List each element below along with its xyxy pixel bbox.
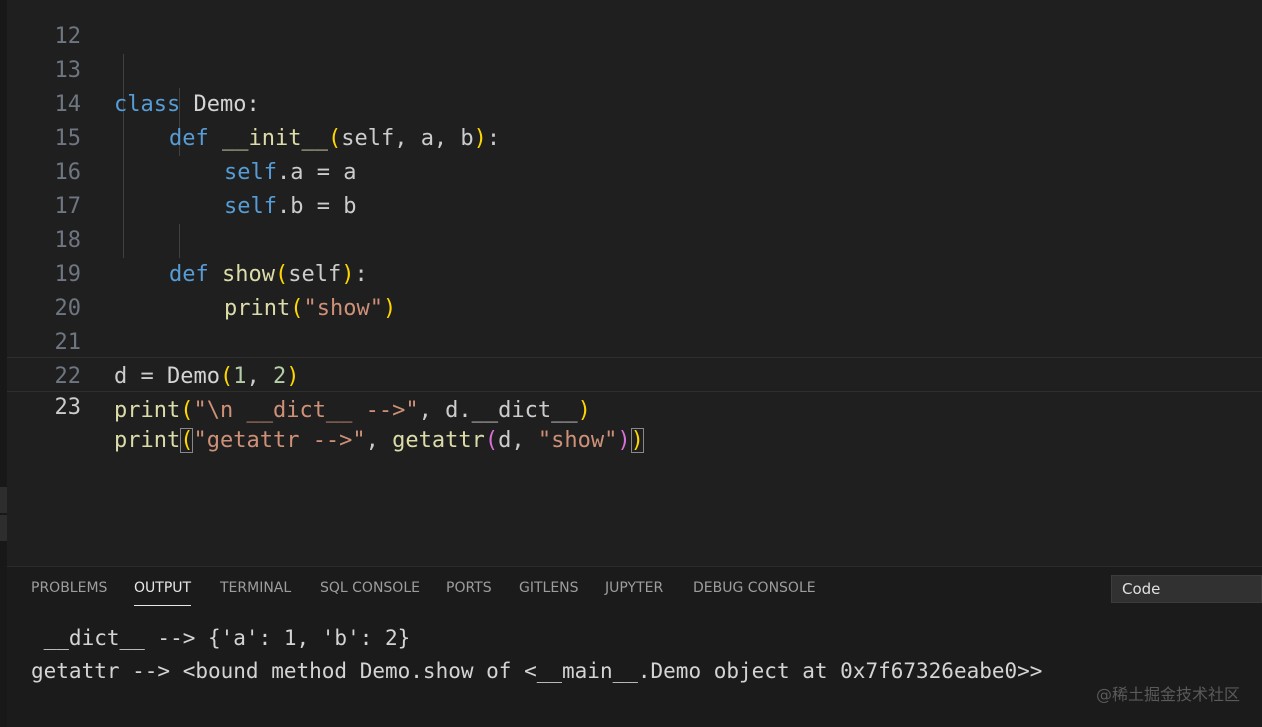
code-line[interactable]: 17: [7, 156, 1262, 219]
code-line[interactable]: 14 def __init__(self, a, b):: [7, 54, 1262, 151]
output-line: getattr --> <bound method Demo.show of <…: [31, 659, 1043, 683]
code-line[interactable]: 18 def show(self):: [7, 190, 1262, 287]
function-token: getattr: [392, 428, 485, 453]
code-line[interactable]: 15 self.a = a: [7, 88, 1262, 185]
code-line[interactable]: 21 d = Demo(1, 2): [7, 292, 1262, 389]
current-code-line[interactable]: 23 print("getattr -->", getattr(d, "show…: [7, 357, 1262, 453]
panel-tab-bar: PROBLEMS OUTPUT TERMINAL SQL CONSOLE POR…: [7, 567, 1107, 611]
string-token: "show": [537, 428, 618, 453]
bracket-token: (: [180, 398, 194, 423]
activity-strip: [0, 0, 7, 727]
tab-debug-console[interactable]: DEBUG CONSOLE: [693, 580, 816, 596]
tab-gitlens[interactable]: GITLENS: [519, 580, 579, 596]
bracket-token: (: [484, 428, 499, 453]
code-text: print("getattr -->", getattr(d, "show")): [114, 424, 644, 457]
code-line[interactable]: 19 print("show"): [7, 224, 1262, 321]
code-line[interactable]: 16 self.b = b: [7, 122, 1262, 219]
output-line: __dict__ --> {'a': 1, 'b': 2}: [31, 626, 411, 650]
code-token: ,: [365, 428, 393, 453]
line-number: 23: [54, 395, 82, 420]
activity-marker: [0, 487, 7, 513]
matched-bracket-token: ): [630, 428, 644, 453]
tab-problems[interactable]: PROBLEMS: [31, 580, 107, 596]
output-channel-select[interactable]: Code: [1111, 575, 1262, 603]
bracket-token: ): [617, 428, 631, 453]
tab-ports[interactable]: PORTS: [446, 580, 492, 596]
code-token: , d.__dict__: [418, 398, 578, 423]
code-line[interactable]: 20: [7, 258, 1262, 321]
function-token: print: [114, 398, 181, 423]
function-token: print: [114, 428, 181, 453]
activity-marker: [0, 515, 7, 541]
code-editor[interactable]: 12 13 class Demo: 14 def __init__(self, …: [7, 0, 1262, 566]
code-line[interactable]: 13 class Demo:: [7, 20, 1262, 117]
string-token: "\n __dict__ -->": [193, 398, 419, 423]
string-token: "getattr -->": [193, 428, 366, 453]
tab-sql-console[interactable]: SQL CONSOLE: [320, 580, 420, 596]
code-line[interactable]: 22 print("\n __dict__ -->", d.__dict__): [7, 326, 1262, 423]
tab-jupyter[interactable]: JUPYTER: [605, 580, 663, 596]
code-text: print("\n __dict__ -->", d.__dict__): [114, 394, 591, 428]
matched-bracket-token: (: [180, 428, 194, 453]
bottom-panel: PROBLEMS OUTPUT TERMINAL SQL CONSOLE POR…: [7, 566, 1262, 727]
code-line[interactable]: 12: [7, 0, 1262, 49]
watermark-text: @稀土掘金技术社区: [1095, 685, 1240, 704]
tab-terminal[interactable]: TERMINAL: [220, 580, 291, 596]
bracket-token: ): [577, 398, 591, 423]
code-token: d,: [498, 428, 538, 453]
tab-output[interactable]: OUTPUT: [134, 580, 192, 606]
